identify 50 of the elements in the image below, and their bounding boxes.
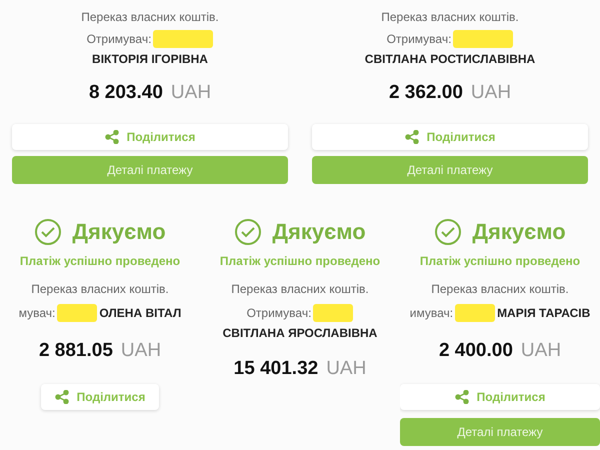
payment-description: Переказ власних коштів. bbox=[81, 10, 219, 24]
recipient-name: ВІКТОРІЯ ІГОРІВНА bbox=[92, 52, 208, 66]
payment-description: Переказ власних коштів. bbox=[431, 282, 569, 296]
amount: 2 881.05 bbox=[38, 340, 113, 362]
payment-status: Платіж успішно проведено bbox=[420, 254, 580, 268]
payment-details-button[interactable]: Деталі платежу bbox=[400, 418, 600, 446]
recipient-label: имувач: bbox=[410, 306, 454, 320]
amount: 2 400.00 bbox=[438, 340, 513, 362]
currency: UAH bbox=[170, 82, 212, 104]
redaction-mark bbox=[313, 304, 354, 322]
payment-status: Платіж успішно проведено bbox=[220, 254, 380, 268]
payment-description: Переказ власних коштів. bbox=[31, 282, 169, 296]
recipient-name: МАРІЯ ТАРАСІВ bbox=[497, 306, 590, 320]
thanks-title: Дякуємо bbox=[472, 219, 566, 245]
currency: UAH bbox=[120, 340, 162, 362]
amount: 2 362.00 bbox=[388, 82, 463, 104]
share-icon bbox=[104, 130, 119, 144]
share-button[interactable]: Поділитися bbox=[40, 384, 160, 410]
check-circle-icon bbox=[434, 218, 462, 246]
payment-description: Переказ власних коштів. bbox=[381, 10, 519, 24]
payment-description: Переказ власних коштів. bbox=[231, 282, 369, 296]
amount: 15 401.32 bbox=[234, 358, 318, 380]
redaction-mark bbox=[453, 30, 514, 48]
recipient-label: Отримувач: bbox=[386, 32, 452, 46]
share-icon bbox=[404, 130, 419, 144]
recipient-name: ОЛЕНА ВІТАЛ bbox=[99, 306, 182, 320]
share-button[interactable]: Поділитися bbox=[12, 124, 288, 150]
recipient-name: СВІТЛАНА РОСТИСЛАВІВНА bbox=[364, 52, 536, 66]
share-icon bbox=[54, 390, 69, 404]
currency: UAH bbox=[470, 82, 512, 104]
amount: 8 203.40 bbox=[88, 82, 163, 104]
thanks-title: Дякуємо bbox=[272, 219, 366, 245]
share-button[interactable]: Поділитися bbox=[312, 124, 588, 150]
redaction-mark bbox=[153, 30, 214, 48]
thanks-title: Дякуємо bbox=[72, 219, 166, 245]
check-circle-icon bbox=[234, 218, 262, 246]
share-button[interactable]: Поділитися bbox=[400, 384, 600, 410]
recipient-label: Отримувач: bbox=[86, 32, 152, 46]
currency: UAH bbox=[520, 340, 562, 362]
payment-details-button[interactable]: Деталі платежу bbox=[312, 156, 588, 184]
recipient-label: Отримувач: bbox=[246, 306, 312, 320]
check-circle-icon bbox=[34, 218, 62, 246]
share-icon bbox=[454, 390, 469, 404]
redaction-mark bbox=[455, 304, 496, 322]
payment-details-button[interactable]: Деталі платежу bbox=[12, 156, 288, 184]
recipient-label: мувач: bbox=[18, 306, 56, 320]
redaction-mark bbox=[57, 304, 98, 322]
recipient-name: СВІТЛАНА ЯРОСЛАВІВНА bbox=[222, 326, 378, 340]
currency: UAH bbox=[326, 358, 366, 380]
payment-status: Платіж успішно проведено bbox=[20, 254, 180, 268]
